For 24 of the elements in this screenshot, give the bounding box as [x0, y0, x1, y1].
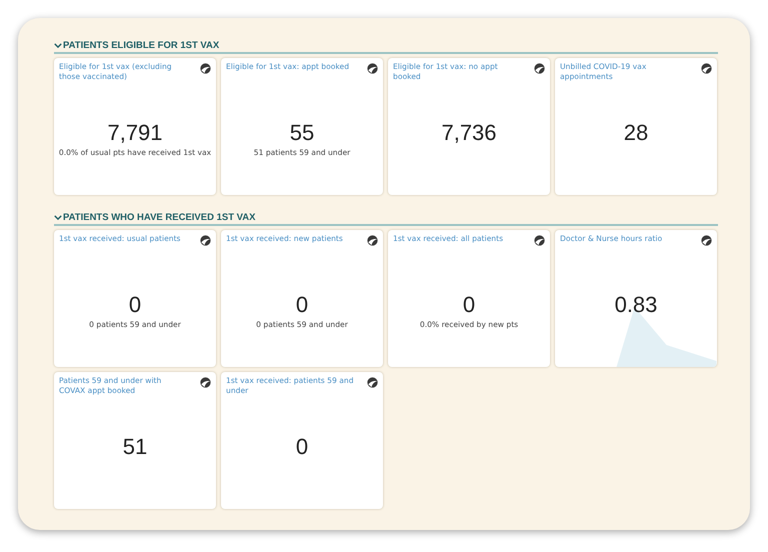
swirl-icon[interactable]	[200, 377, 211, 388]
metric-value: 51	[122, 434, 148, 460]
metric-value: 0	[296, 434, 308, 460]
metric-value: 7,736	[441, 120, 497, 146]
swirl-icon[interactable]	[200, 63, 211, 74]
chevron-icon[interactable]	[54, 214, 62, 221]
metric-value: 0	[128, 292, 142, 318]
metric-value: 0.83	[614, 292, 658, 318]
swirl-icon[interactable]	[701, 63, 712, 74]
metric-value: 7,791	[107, 120, 163, 146]
section-title: PATIENTS ELIGIBLE FOR 1ST VAX	[63, 40, 220, 51]
metric-value: 0	[296, 292, 308, 318]
swirl-icon[interactable]	[367, 235, 378, 246]
metric-value: 0	[462, 292, 476, 318]
section-title: PATIENTS WHO HAVE RECEIVED 1ST VAX	[63, 212, 256, 223]
swirl-icon[interactable]	[367, 63, 378, 74]
swirl-icon[interactable]	[701, 235, 712, 246]
chevron-icon[interactable]	[54, 42, 62, 49]
swirl-icon[interactable]	[367, 377, 378, 388]
swirl-icon[interactable]	[534, 235, 545, 246]
metric-value: 55	[290, 120, 314, 146]
swirl-icon[interactable]	[534, 63, 545, 74]
metric-value: 28	[624, 120, 648, 146]
swirl-icon[interactable]	[200, 235, 211, 246]
